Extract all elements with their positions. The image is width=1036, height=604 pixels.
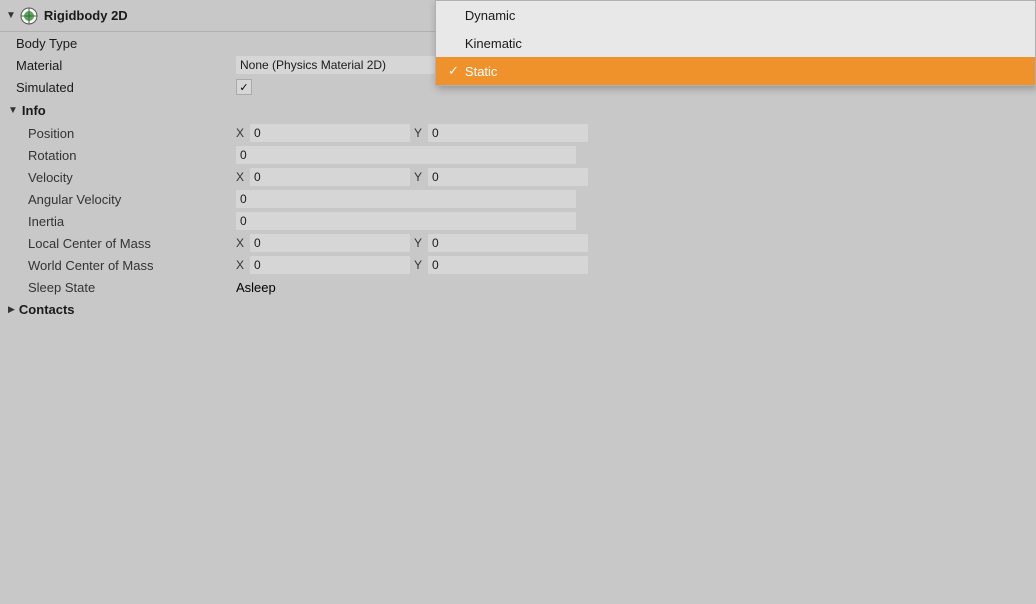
inertia-label: Inertia <box>16 214 236 229</box>
local-com-label: Local Center of Mass <box>16 236 236 251</box>
simulated-label: Simulated <box>16 80 236 95</box>
sleep-state-row: Sleep State Asleep <box>0 276 1036 298</box>
local-com-y-input[interactable] <box>428 234 588 252</box>
material-label: Material <box>16 58 236 73</box>
info-arrow[interactable]: ▼ <box>8 105 18 116</box>
contacts-label: Contacts <box>19 302 75 317</box>
velocity-x-input[interactable] <box>250 168 410 186</box>
body-type-label: Body Type <box>16 36 236 51</box>
rigidbody-icon <box>20 7 38 25</box>
inspector-panel: ▼ Rigidbody 2D Body Type Material ◎ Simu… <box>0 0 1036 604</box>
world-com-y-input[interactable] <box>428 256 588 274</box>
simulated-checkbox[interactable]: ✓ <box>236 79 252 95</box>
inertia-row: Inertia <box>0 210 1036 232</box>
world-com-x-label: X <box>236 258 244 272</box>
sleep-state-text: Asleep <box>236 280 276 295</box>
velocity-label: Velocity <box>16 170 236 185</box>
dropdown-item-kinematic[interactable]: Kinematic <box>436 29 1035 57</box>
collapse-arrow[interactable]: ▼ <box>6 10 16 21</box>
position-x-input[interactable] <box>250 124 410 142</box>
static-label: Static <box>465 64 498 79</box>
sleep-state-label: Sleep State <box>16 280 236 295</box>
contacts-row[interactable]: ▶ Contacts <box>0 298 1036 321</box>
local-com-value: X Y <box>236 234 1028 252</box>
sleep-state-value: Asleep <box>236 280 1028 295</box>
rotation-input[interactable] <box>236 146 576 164</box>
velocity-y-input[interactable] <box>428 168 588 186</box>
inertia-value <box>236 212 1028 230</box>
position-x-label: X <box>236 126 244 140</box>
angular-velocity-value <box>236 190 1028 208</box>
contacts-arrow[interactable]: ▶ <box>8 304 15 315</box>
velocity-x-label: X <box>236 170 244 184</box>
angular-velocity-input[interactable] <box>236 190 576 208</box>
velocity-row: Velocity X Y <box>0 166 1036 188</box>
local-com-x-input[interactable] <box>250 234 410 252</box>
position-label: Position <box>16 126 236 141</box>
local-com-y-label: Y <box>414 236 422 250</box>
position-y-label: Y <box>414 126 422 140</box>
angular-velocity-row: Angular Velocity <box>0 188 1036 210</box>
position-value: X Y <box>236 124 1028 142</box>
component-title: Rigidbody 2D <box>44 8 128 23</box>
rotation-row: Rotation <box>0 144 1036 166</box>
local-com-x-label: X <box>236 236 244 250</box>
info-label: Info <box>22 103 46 118</box>
rotation-label: Rotation <box>16 148 236 163</box>
position-y-input[interactable] <box>428 124 588 142</box>
world-com-row: World Center of Mass X Y <box>0 254 1036 276</box>
body-type-dropdown[interactable]: Dynamic Kinematic ✓ Static <box>435 0 1036 86</box>
velocity-y-label: Y <box>414 170 422 184</box>
world-com-value: X Y <box>236 256 1028 274</box>
kinematic-label: Kinematic <box>465 36 522 51</box>
velocity-value: X Y <box>236 168 1028 186</box>
world-com-label: World Center of Mass <box>16 258 236 273</box>
info-section-header[interactable]: ▼ Info <box>0 98 1036 122</box>
static-check: ✓ <box>448 63 459 79</box>
world-com-y-label: Y <box>414 258 422 272</box>
local-com-row: Local Center of Mass X Y <box>0 232 1036 254</box>
position-row: Position X Y <box>0 122 1036 144</box>
dropdown-item-static[interactable]: ✓ Static <box>436 57 1035 85</box>
inertia-input[interactable] <box>236 212 576 230</box>
dropdown-item-dynamic[interactable]: Dynamic <box>436 1 1035 29</box>
world-com-x-input[interactable] <box>250 256 410 274</box>
kinematic-check <box>448 36 459 51</box>
rotation-value <box>236 146 1028 164</box>
angular-velocity-label: Angular Velocity <box>16 192 236 207</box>
dynamic-check <box>448 8 459 23</box>
dynamic-label: Dynamic <box>465 8 516 23</box>
